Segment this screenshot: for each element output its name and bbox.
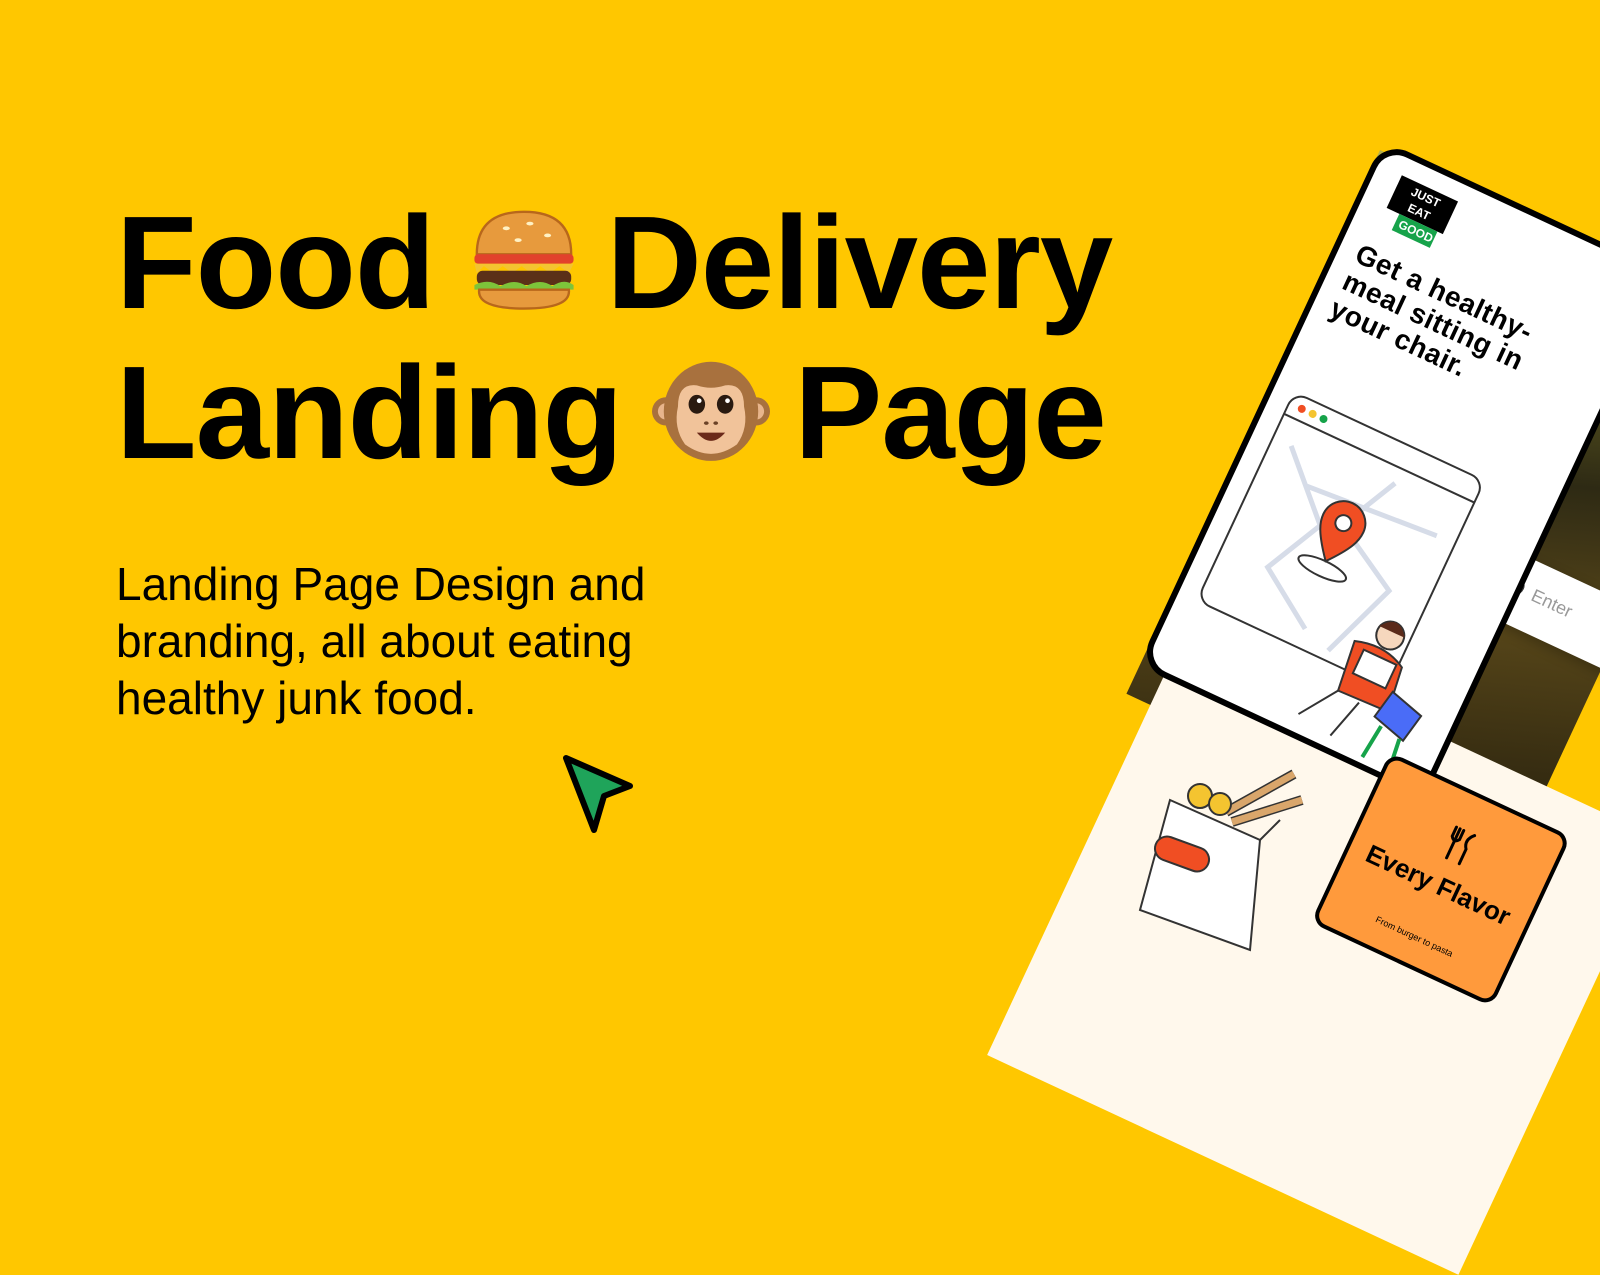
cursor-arrow-icon <box>563 755 633 833</box>
fork-knife-icon <box>1445 825 1477 866</box>
headline-line-1: Food Delivery <box>116 188 1114 338</box>
headline-word-food: Food <box>116 189 436 336</box>
hero-subtitle: Landing Page Design and branding, all ab… <box>116 558 646 724</box>
monkey-icon <box>652 350 771 468</box>
headline-word-landing: Landing <box>116 339 623 486</box>
address-placeholder: Enter <box>1528 585 1576 622</box>
burger-icon <box>465 200 583 318</box>
takeout-box-illustration <box>1138 769 1304 952</box>
headline-line-2: Landing Page <box>116 338 1112 488</box>
phone-headline: Get a healthy-meal sitting in your chair… <box>1325 238 1538 383</box>
headline-word-delivery: Delivery <box>606 189 1114 336</box>
hero-headline: Food Delivery Landing Page <box>116 188 1114 488</box>
brand-logo[interactable]: JUST EAT GOOD <box>1379 175 1459 250</box>
headline-word-page: Page <box>794 339 1106 486</box>
